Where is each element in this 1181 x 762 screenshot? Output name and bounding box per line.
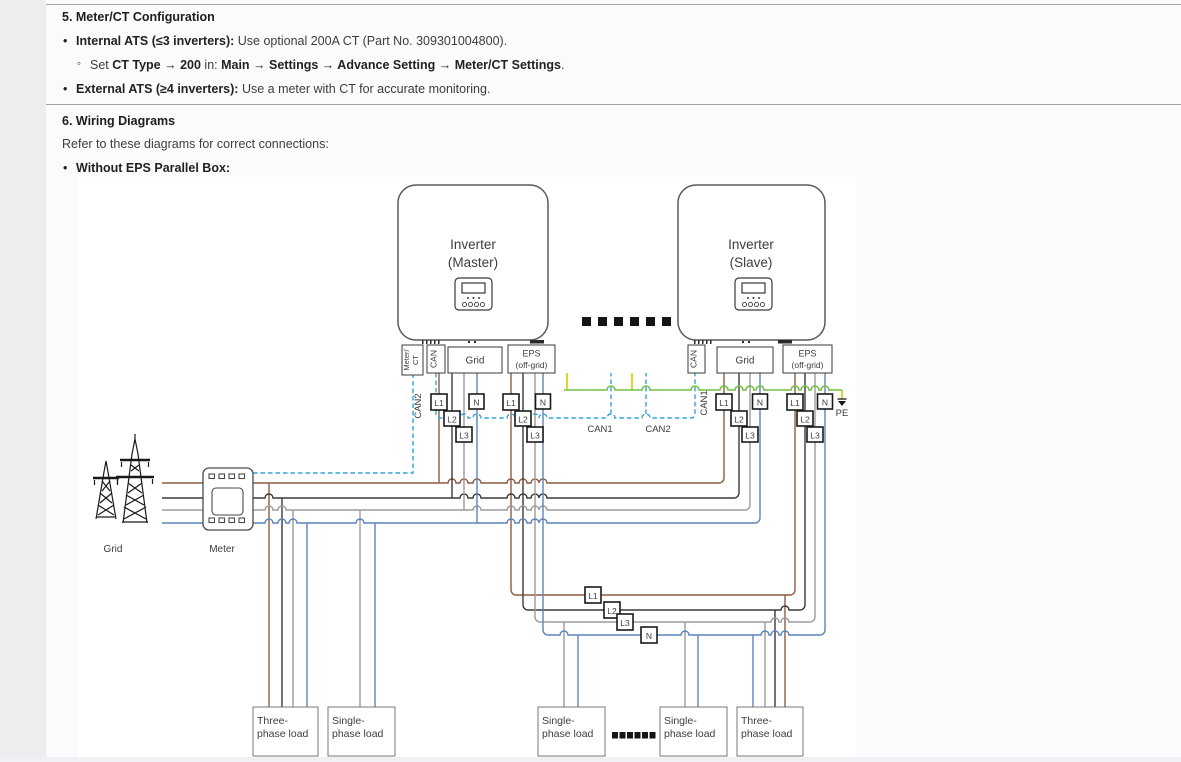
tag-n: N [646,631,652,641]
inverter-master: Inverter (Master) [398,185,548,344]
inverter-slave-label-2: (Slave) [730,255,773,270]
load-label: Single- [332,715,365,727]
section6-heading: 6. Wiring Diagrams [62,114,175,128]
port-grid-label: Grid [466,356,485,367]
tag-l2: L2 [734,415,744,425]
load-label2: phase load [664,728,716,740]
wires-n-blue [162,373,825,707]
load-label: Three- [741,715,772,727]
wires-l2-black [162,373,805,707]
tag-l1: L1 [719,398,729,408]
load-label: Single- [542,715,575,727]
wires-pe-green [564,386,842,390]
section5-heading: 5. Meter/CT Configuration [62,10,215,24]
can1-rotated-label: CAN1 [699,390,710,415]
section5-bullet-external-ats: External ATS (≥4 inverters): Use a meter… [76,82,490,96]
tag-n: N [822,398,828,408]
port-can-label: CAN [689,350,699,368]
tag-l2: L2 [518,415,528,425]
bullet-icon: • [63,34,67,48]
port-eps-label2: (off-grid) [792,360,824,370]
tag-l2: L2 [447,415,457,425]
grid-tower-icon [93,434,154,523]
can1-bus-label: CAN1 [587,424,612,435]
section-divider [46,104,1181,105]
tag-l3: L3 [530,431,540,441]
load-label: Three- [257,715,288,727]
port-grid-label: Grid [736,356,755,367]
tag-l2: L2 [607,606,617,616]
tag-l1: L1 [506,398,516,408]
tag-l2: L2 [800,415,810,425]
section6-intro: Refer to these diagrams for correct conn… [62,137,329,151]
section6-bullet-without-eps: Without EPS Parallel Box: [76,161,230,175]
tag-n: N [473,398,479,408]
load-boxes: Three- phase load Single- phase load Sin… [253,707,803,756]
section5-bullet-internal-ats: Internal ATS (≤3 inverters): Use optiona… [76,34,507,48]
tag-l3: L3 [459,431,469,441]
load-label2: phase load [542,728,594,740]
pe-label: PE [836,408,849,419]
wiring-diagram: PE CAN1 CAN2 CAN2 CAN1 Inverter (Master)… [78,177,856,757]
tag-n: N [540,398,546,408]
tag-l1: L1 [434,398,444,408]
ground-symbol-icon [838,399,847,406]
tag-l1: L1 [588,591,598,601]
inverter-master-label-2: (Master) [448,255,498,270]
section5-sub-bullet-ct-type: Set CT Type → 200 in: Main → Settings → … [90,58,564,72]
ports-master: Meter/ CT CAN Grid EPS (off-grid) [402,345,555,375]
port-eps-label2: (off-grid) [516,360,548,370]
phase-tags: L1 N L2 L3 L1 N L2 L3 L1 N L2 L3 L1 N L2… [431,394,833,643]
wiring-diagram-canvas: PE CAN1 CAN2 CAN2 CAN1 Inverter (Master)… [78,177,856,757]
inverter-slave-label-1: Inverter [728,237,774,252]
inverter-slave: Inverter (Slave) [678,185,825,344]
tag-l3: L3 [620,618,630,628]
port-eps-label: EPS [522,349,540,359]
tag-n: N [757,398,763,408]
port-eps-label: EPS [798,349,816,359]
tag-l3: L3 [745,431,755,441]
can2-bus-label: CAN2 [645,424,670,435]
load-label2: phase load [332,728,384,740]
wires-l1-brown [162,373,795,707]
ports-slave: CAN Grid EPS (off-grid) [688,345,832,373]
load-label: Single- [664,715,697,727]
sub-bullet-icon: ◦ [77,58,81,70]
load-label2: phase load [257,728,309,740]
tag-l3: L3 [810,431,820,441]
meter: Meter [203,468,253,555]
inverter-master-label-1: Inverter [450,237,496,252]
more-inverters-ellipsis [582,317,671,326]
tag-l1: L1 [790,398,800,408]
wires-l3-gray [162,373,815,707]
bullet-icon: • [63,82,67,96]
port-meter-ct-label: Meter/ [402,348,411,370]
meter-caption: Meter [209,544,235,555]
wires-comm-can [253,373,695,473]
port-meter-ct-label2: CT [411,355,420,365]
more-loads-ellipsis [612,732,656,739]
bullet-icon: • [63,161,67,175]
top-divider [46,4,1181,5]
page-left-margin [0,0,46,757]
grid-caption: Grid [104,544,123,555]
can2-rotated-label: CAN2 [413,393,424,418]
port-can-label: CAN [429,350,439,368]
load-label2: phase load [741,728,793,740]
